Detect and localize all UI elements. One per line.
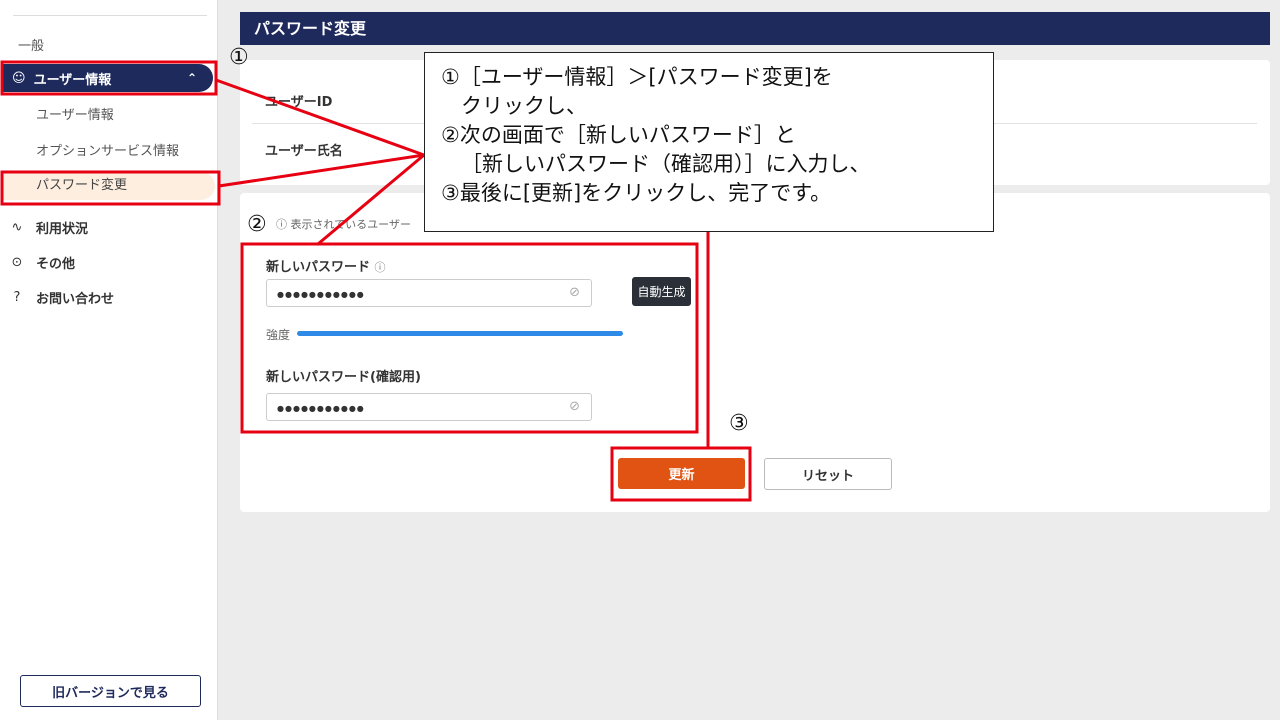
sidebar-item-user-info[interactable]: ☺ ユーザー情報 ⌃ bbox=[2, 64, 213, 92]
sidebar: 一般 ☺ ユーザー情報 ⌃ ユーザー情報 オプションサービス情報 パスワード変更… bbox=[0, 0, 218, 720]
nav-label: お問い合わせ bbox=[36, 292, 115, 307]
new-password-input[interactable]: ●●●●●●●●●●● ⊘ bbox=[266, 279, 592, 307]
confirm-password-label: 新しいパスワード(確認用) bbox=[266, 370, 421, 385]
sidebar-item-contact[interactable]: ? お問い合わせ bbox=[8, 288, 114, 307]
new-password-label: 新しいパスワード ⓘ bbox=[266, 256, 386, 275]
sidebar-item-other[interactable]: ⊙ その他 bbox=[8, 253, 75, 272]
step-number-1: ① bbox=[229, 45, 249, 70]
chat-help-icon: ? bbox=[13, 290, 21, 305]
nav-label: 利用状況 bbox=[36, 222, 89, 237]
strength-label: 強度 bbox=[266, 328, 291, 342]
user-icon: ☺ bbox=[12, 70, 26, 86]
help-icon[interactable]: ⓘ bbox=[375, 261, 386, 274]
eye-off-icon[interactable]: ⊘ bbox=[569, 280, 581, 306]
page-title: パスワード変更 bbox=[240, 12, 1270, 45]
sidebar-item-usage[interactable]: ∿ 利用状況 bbox=[8, 218, 88, 237]
step-number-2: ② bbox=[247, 212, 267, 237]
notice-text: ⓘ 表示されているユーザー bbox=[276, 218, 411, 231]
sidebar-subitem-user-info[interactable]: ユーザー情報 bbox=[36, 104, 114, 123]
confirm-password-input[interactable]: ●●●●●●●●●●● ⊘ bbox=[266, 393, 592, 421]
activity-icon: ∿ bbox=[11, 220, 23, 235]
nav-label: その他 bbox=[36, 257, 76, 272]
section-label: 一般 bbox=[18, 39, 45, 54]
user-id-label: ユーザーID bbox=[265, 95, 333, 110]
notice-label: 表示されているユーザー bbox=[290, 218, 411, 231]
sidebar-subitem-password-change[interactable]: パスワード変更 bbox=[2, 172, 215, 200]
password-form: ⓘ 表示されているユーザー 新しいパスワード ⓘ ●●●●●●●●●●● ⊘ 自動… bbox=[240, 193, 1270, 512]
eye-off-icon[interactable]: ⊘ bbox=[569, 394, 581, 420]
sidebar-item-label: ユーザー情報 bbox=[33, 72, 112, 88]
step-number-3: ③ bbox=[729, 411, 749, 436]
user-name-label: ユーザー氏名 bbox=[265, 144, 343, 159]
generate-button[interactable]: 自動生成 bbox=[632, 277, 691, 306]
label: 新しいパスワード bbox=[266, 260, 371, 275]
strength-bar bbox=[297, 331, 623, 336]
update-button[interactable]: 更新 bbox=[618, 458, 745, 489]
instruction-callout: ①［ユーザー情報］＞[パスワード変更]を クリックし、 ②次の画面で［新しいパス… bbox=[424, 52, 994, 232]
old-version-button[interactable]: 旧バージョンで見る bbox=[20, 675, 201, 707]
value: ●●●●●●●●●●● bbox=[277, 290, 365, 299]
sidebar-subitem-option-services[interactable]: オプションサービス情報 bbox=[36, 140, 179, 159]
chevron-up-icon: ⌃ bbox=[186, 71, 197, 85]
reset-button[interactable]: リセット bbox=[764, 458, 892, 490]
more-icon: ⊙ bbox=[11, 255, 23, 270]
value: ●●●●●●●●●●● bbox=[277, 404, 365, 413]
divider bbox=[13, 15, 207, 16]
